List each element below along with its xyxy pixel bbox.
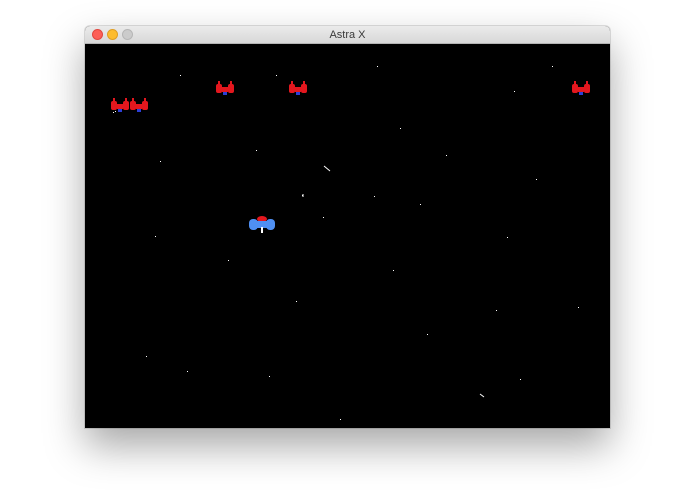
star: [340, 419, 341, 420]
starfield: [113, 66, 579, 420]
enemy-bullet: [323, 165, 331, 172]
star: [323, 217, 324, 218]
star: [187, 371, 188, 372]
star: [115, 111, 116, 112]
enemy-bullet: [479, 393, 485, 398]
star: [420, 204, 421, 205]
star: [552, 66, 553, 67]
title-bar[interactable]: Astra X: [85, 26, 610, 44]
star: [514, 91, 515, 92]
projectiles: [302, 165, 485, 398]
star: [276, 75, 277, 76]
window-title: Astra X: [329, 29, 366, 41]
enemy-fighter-icon: [572, 81, 590, 95]
star: [180, 75, 181, 76]
star: [113, 112, 114, 113]
game-window: Astra X: [85, 26, 610, 428]
star: [377, 66, 378, 67]
star: [155, 236, 156, 237]
star: [393, 270, 394, 271]
star: [296, 301, 297, 302]
star: [446, 155, 447, 156]
star: [160, 161, 161, 162]
star: [256, 150, 257, 151]
enemy-fighter-icon: [130, 98, 148, 112]
star: [228, 260, 229, 261]
game-canvas[interactable]: [85, 44, 610, 428]
game-scene: [111, 66, 590, 420]
star: [578, 307, 579, 308]
star: [427, 334, 428, 335]
star: [507, 237, 508, 238]
enemy-fighter-icon: [111, 98, 129, 112]
star: [536, 179, 537, 180]
enemy-fighter-icon: [216, 81, 234, 95]
star: [520, 379, 521, 380]
star: [269, 376, 270, 377]
enemy-fighter-icon: [289, 81, 307, 95]
player-ship-icon[interactable]: [249, 216, 275, 233]
star: [496, 310, 497, 311]
enemy-squadron: [111, 81, 590, 112]
star: [146, 356, 147, 357]
star: [400, 128, 401, 129]
star: [374, 196, 375, 197]
